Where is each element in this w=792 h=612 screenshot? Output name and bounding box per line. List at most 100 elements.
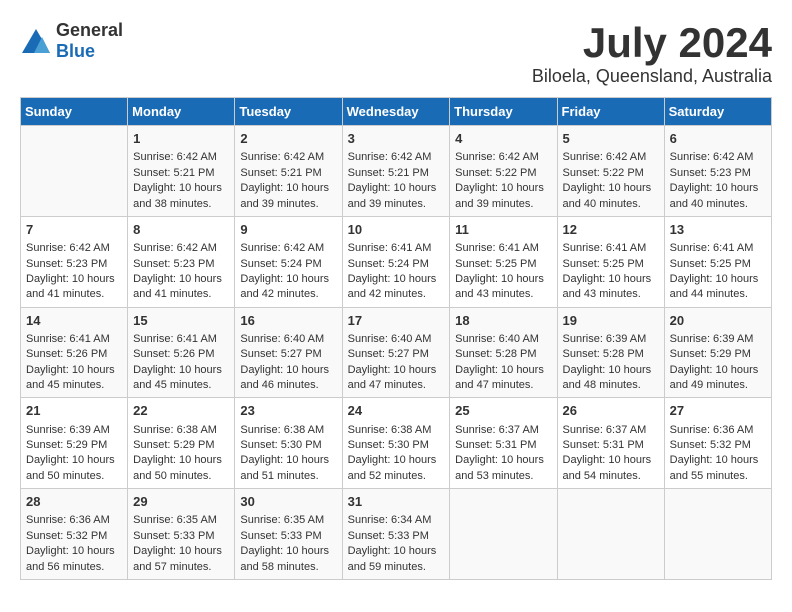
logo-blue-text: Blue	[56, 41, 95, 61]
day-number: 22	[133, 402, 229, 420]
calendar-cell	[557, 489, 664, 580]
calendar-cell: 12Sunrise: 6:41 AMSunset: 5:25 PMDayligh…	[557, 216, 664, 307]
weekday-header-monday: Monday	[128, 98, 235, 126]
calendar-table: SundayMondayTuesdayWednesdayThursdayFrid…	[20, 97, 772, 580]
cell-info-line: and 42 minutes.	[240, 287, 336, 302]
calendar-cell: 16Sunrise: 6:40 AMSunset: 5:27 PMDayligh…	[235, 307, 342, 398]
cell-info-line: Sunset: 5:25 PM	[455, 257, 551, 272]
cell-info-line: Daylight: 10 hours	[670, 453, 766, 468]
day-number: 18	[455, 312, 551, 330]
cell-info-line: Sunrise: 6:34 AM	[348, 513, 445, 528]
cell-info-line: Sunrise: 6:41 AM	[133, 332, 229, 347]
cell-info-line: and 56 minutes.	[26, 560, 122, 575]
day-number: 27	[670, 402, 766, 420]
cell-info-line: Sunrise: 6:42 AM	[348, 150, 445, 165]
cell-info-line: Daylight: 10 hours	[563, 363, 659, 378]
day-number: 3	[348, 130, 445, 148]
cell-info-line: and 57 minutes.	[133, 560, 229, 575]
day-number: 5	[563, 130, 659, 148]
cell-info-line: Sunrise: 6:41 AM	[348, 241, 445, 256]
cell-info-line: Sunrise: 6:40 AM	[348, 332, 445, 347]
day-number: 23	[240, 402, 336, 420]
day-number: 4	[455, 130, 551, 148]
day-number: 16	[240, 312, 336, 330]
cell-info-line: and 49 minutes.	[670, 378, 766, 393]
calendar-cell: 17Sunrise: 6:40 AMSunset: 5:27 PMDayligh…	[342, 307, 450, 398]
cell-info-line: Daylight: 10 hours	[348, 544, 445, 559]
day-number: 26	[563, 402, 659, 420]
cell-info-line: Sunrise: 6:35 AM	[240, 513, 336, 528]
cell-info-line: and 55 minutes.	[670, 469, 766, 484]
cell-info-line: Sunset: 5:29 PM	[26, 438, 122, 453]
cell-info-line: Daylight: 10 hours	[455, 363, 551, 378]
calendar-cell: 21Sunrise: 6:39 AMSunset: 5:29 PMDayligh…	[21, 398, 128, 489]
calendar-cell	[450, 489, 557, 580]
cell-info-line: and 46 minutes.	[240, 378, 336, 393]
weekday-header-tuesday: Tuesday	[235, 98, 342, 126]
cell-info-line: Daylight: 10 hours	[348, 363, 445, 378]
cell-info-line: Daylight: 10 hours	[563, 272, 659, 287]
calendar-week-row: 21Sunrise: 6:39 AMSunset: 5:29 PMDayligh…	[21, 398, 772, 489]
day-number: 21	[26, 402, 122, 420]
cell-info-line: Daylight: 10 hours	[670, 181, 766, 196]
calendar-cell: 30Sunrise: 6:35 AMSunset: 5:33 PMDayligh…	[235, 489, 342, 580]
cell-info-line: Daylight: 10 hours	[563, 181, 659, 196]
calendar-cell: 4Sunrise: 6:42 AMSunset: 5:22 PMDaylight…	[450, 126, 557, 217]
cell-info-line: Sunset: 5:29 PM	[670, 347, 766, 362]
calendar-cell: 23Sunrise: 6:38 AMSunset: 5:30 PMDayligh…	[235, 398, 342, 489]
cell-info-line: Sunset: 5:33 PM	[348, 529, 445, 544]
cell-info-line: Sunset: 5:29 PM	[133, 438, 229, 453]
cell-info-line: Sunset: 5:28 PM	[563, 347, 659, 362]
calendar-cell	[21, 126, 128, 217]
cell-info-line: Daylight: 10 hours	[455, 181, 551, 196]
day-number: 13	[670, 221, 766, 239]
cell-info-line: and 41 minutes.	[26, 287, 122, 302]
calendar-cell: 20Sunrise: 6:39 AMSunset: 5:29 PMDayligh…	[664, 307, 771, 398]
calendar-cell: 25Sunrise: 6:37 AMSunset: 5:31 PMDayligh…	[450, 398, 557, 489]
calendar-cell: 28Sunrise: 6:36 AMSunset: 5:32 PMDayligh…	[21, 489, 128, 580]
calendar-cell: 26Sunrise: 6:37 AMSunset: 5:31 PMDayligh…	[557, 398, 664, 489]
cell-info-line: Sunset: 5:30 PM	[348, 438, 445, 453]
cell-info-line: Daylight: 10 hours	[240, 544, 336, 559]
calendar-cell: 11Sunrise: 6:41 AMSunset: 5:25 PMDayligh…	[450, 216, 557, 307]
cell-info-line: Sunset: 5:27 PM	[348, 347, 445, 362]
cell-info-line: Sunrise: 6:42 AM	[563, 150, 659, 165]
cell-info-line: Daylight: 10 hours	[348, 272, 445, 287]
cell-info-line: Daylight: 10 hours	[26, 272, 122, 287]
cell-info-line: and 48 minutes.	[563, 378, 659, 393]
cell-info-line: Sunrise: 6:42 AM	[455, 150, 551, 165]
calendar-cell: 22Sunrise: 6:38 AMSunset: 5:29 PMDayligh…	[128, 398, 235, 489]
day-number: 15	[133, 312, 229, 330]
day-number: 14	[26, 312, 122, 330]
cell-info-line: Daylight: 10 hours	[26, 453, 122, 468]
cell-info-line: Sunrise: 6:40 AM	[240, 332, 336, 347]
cell-info-line: and 58 minutes.	[240, 560, 336, 575]
day-number: 8	[133, 221, 229, 239]
cell-info-line: Sunset: 5:21 PM	[348, 166, 445, 181]
cell-info-line: Sunrise: 6:41 AM	[26, 332, 122, 347]
cell-info-line: Sunset: 5:24 PM	[240, 257, 336, 272]
cell-info-line: Sunset: 5:26 PM	[26, 347, 122, 362]
cell-info-line: and 39 minutes.	[240, 197, 336, 212]
cell-info-line: Sunrise: 6:35 AM	[133, 513, 229, 528]
weekday-header-thursday: Thursday	[450, 98, 557, 126]
day-number: 10	[348, 221, 445, 239]
cell-info-line: Sunset: 5:31 PM	[455, 438, 551, 453]
calendar-cell: 7Sunrise: 6:42 AMSunset: 5:23 PMDaylight…	[21, 216, 128, 307]
cell-info-line: Sunrise: 6:38 AM	[348, 423, 445, 438]
weekday-header-wednesday: Wednesday	[342, 98, 450, 126]
day-number: 1	[133, 130, 229, 148]
title-block: July 2024 Biloela, Queensland, Australia	[532, 20, 772, 87]
cell-info-line: and 39 minutes.	[455, 197, 551, 212]
cell-info-line: Daylight: 10 hours	[240, 181, 336, 196]
cell-info-line: and 52 minutes.	[348, 469, 445, 484]
cell-info-line: Sunset: 5:21 PM	[240, 166, 336, 181]
calendar-cell: 10Sunrise: 6:41 AMSunset: 5:24 PMDayligh…	[342, 216, 450, 307]
cell-info-line: and 38 minutes.	[133, 197, 229, 212]
cell-info-line: Daylight: 10 hours	[133, 544, 229, 559]
calendar-cell: 5Sunrise: 6:42 AMSunset: 5:22 PMDaylight…	[557, 126, 664, 217]
cell-info-line: Sunset: 5:21 PM	[133, 166, 229, 181]
cell-info-line: Sunset: 5:32 PM	[26, 529, 122, 544]
weekday-header-row: SundayMondayTuesdayWednesdayThursdayFrid…	[21, 98, 772, 126]
calendar-cell: 1Sunrise: 6:42 AMSunset: 5:21 PMDaylight…	[128, 126, 235, 217]
